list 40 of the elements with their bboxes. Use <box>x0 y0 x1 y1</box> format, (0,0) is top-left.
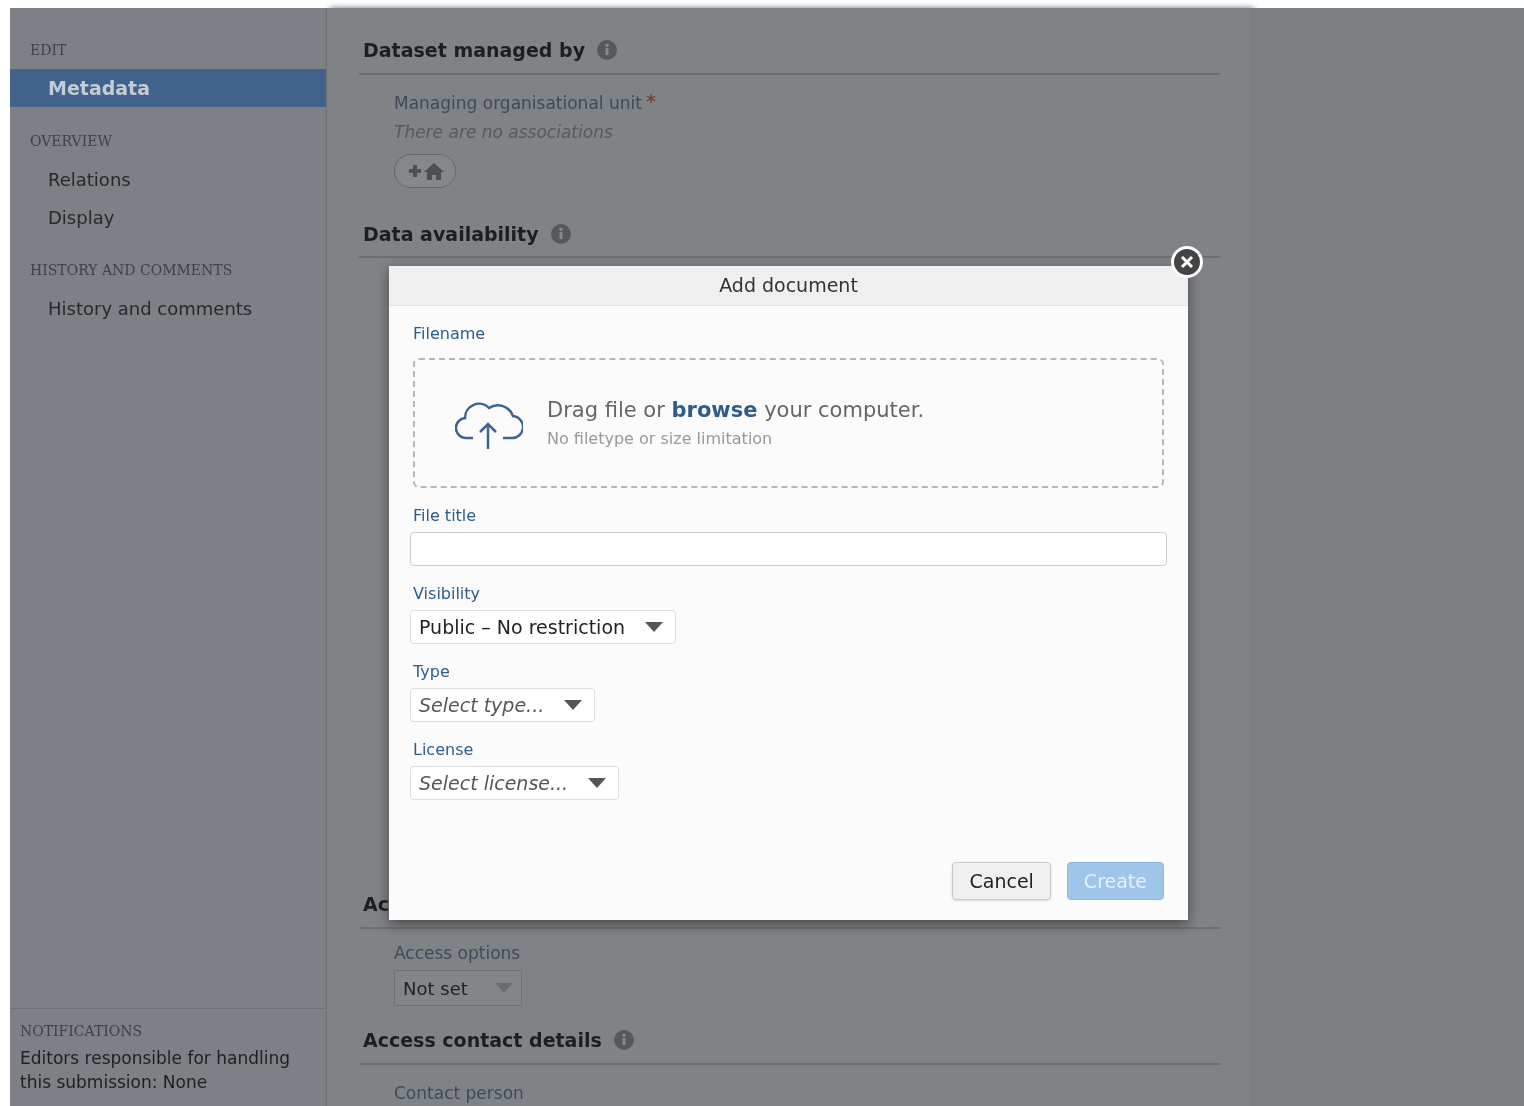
dropdown-select[interactable]: Select license... <box>410 766 620 800</box>
browse-link[interactable]: browse <box>671 398 758 423</box>
section-heading: EDIT <box>29 41 68 60</box>
field-label: Access options <box>394 941 522 965</box>
caret-icon <box>588 778 607 788</box>
section-title: Data availability <box>363 221 539 247</box>
field-label: Managing organisational unit <box>394 91 642 115</box>
caret-icon <box>645 622 664 632</box>
nav-item[interactable]: Relations <box>10 160 326 198</box>
drop-instructions: Drag file or browse your computer. <box>547 397 925 425</box>
file-title-input[interactable] <box>410 532 1167 566</box>
field-label: Contact person <box>394 1081 525 1105</box>
dialog-title: Add document <box>719 273 858 299</box>
nav-item[interactable]: Metadata <box>10 69 326 107</box>
add-unit-button[interactable] <box>394 153 456 188</box>
dropdown-select[interactable]: Select type... <box>410 688 596 722</box>
field-label: Visibility <box>413 583 481 605</box>
access-select[interactable]: Not set <box>394 970 522 1006</box>
caret-icon <box>495 983 513 993</box>
required-mark: * <box>645 90 656 111</box>
file-drop-zone[interactable]: Drag file or browse your computer. No filetype or size limitation <box>413 358 1164 488</box>
nav-item[interactable]: History and comments <box>10 289 326 327</box>
dropdown-select[interactable]: Public – No restriction <box>410 610 677 644</box>
field-label: Type <box>413 661 450 683</box>
section-title: Dataset managed by <box>363 38 586 63</box>
close-icon <box>1180 255 1194 269</box>
nav-item[interactable]: Display <box>10 198 326 236</box>
section-heading: NOTIFICATIONS <box>20 1022 144 1041</box>
field-label: File title <box>413 505 478 527</box>
notification-text: Editors responsible for handling this submission: None <box>20 1047 291 1094</box>
field-label: License <box>413 739 474 761</box>
plus-house-icon <box>406 160 444 181</box>
section-heading: HISTORY AND COMMENTS <box>29 261 234 280</box>
field-label: Filename <box>413 323 487 345</box>
section-heading: OVERVIEW <box>29 132 113 151</box>
drop-hint: No filetype or size limitation <box>547 427 774 450</box>
dialog-button[interactable]: Cancel <box>952 862 1051 900</box>
section-title: Access contact details <box>363 1028 602 1053</box>
section-title: Ac <box>363 892 389 917</box>
caret-icon <box>564 700 583 710</box>
